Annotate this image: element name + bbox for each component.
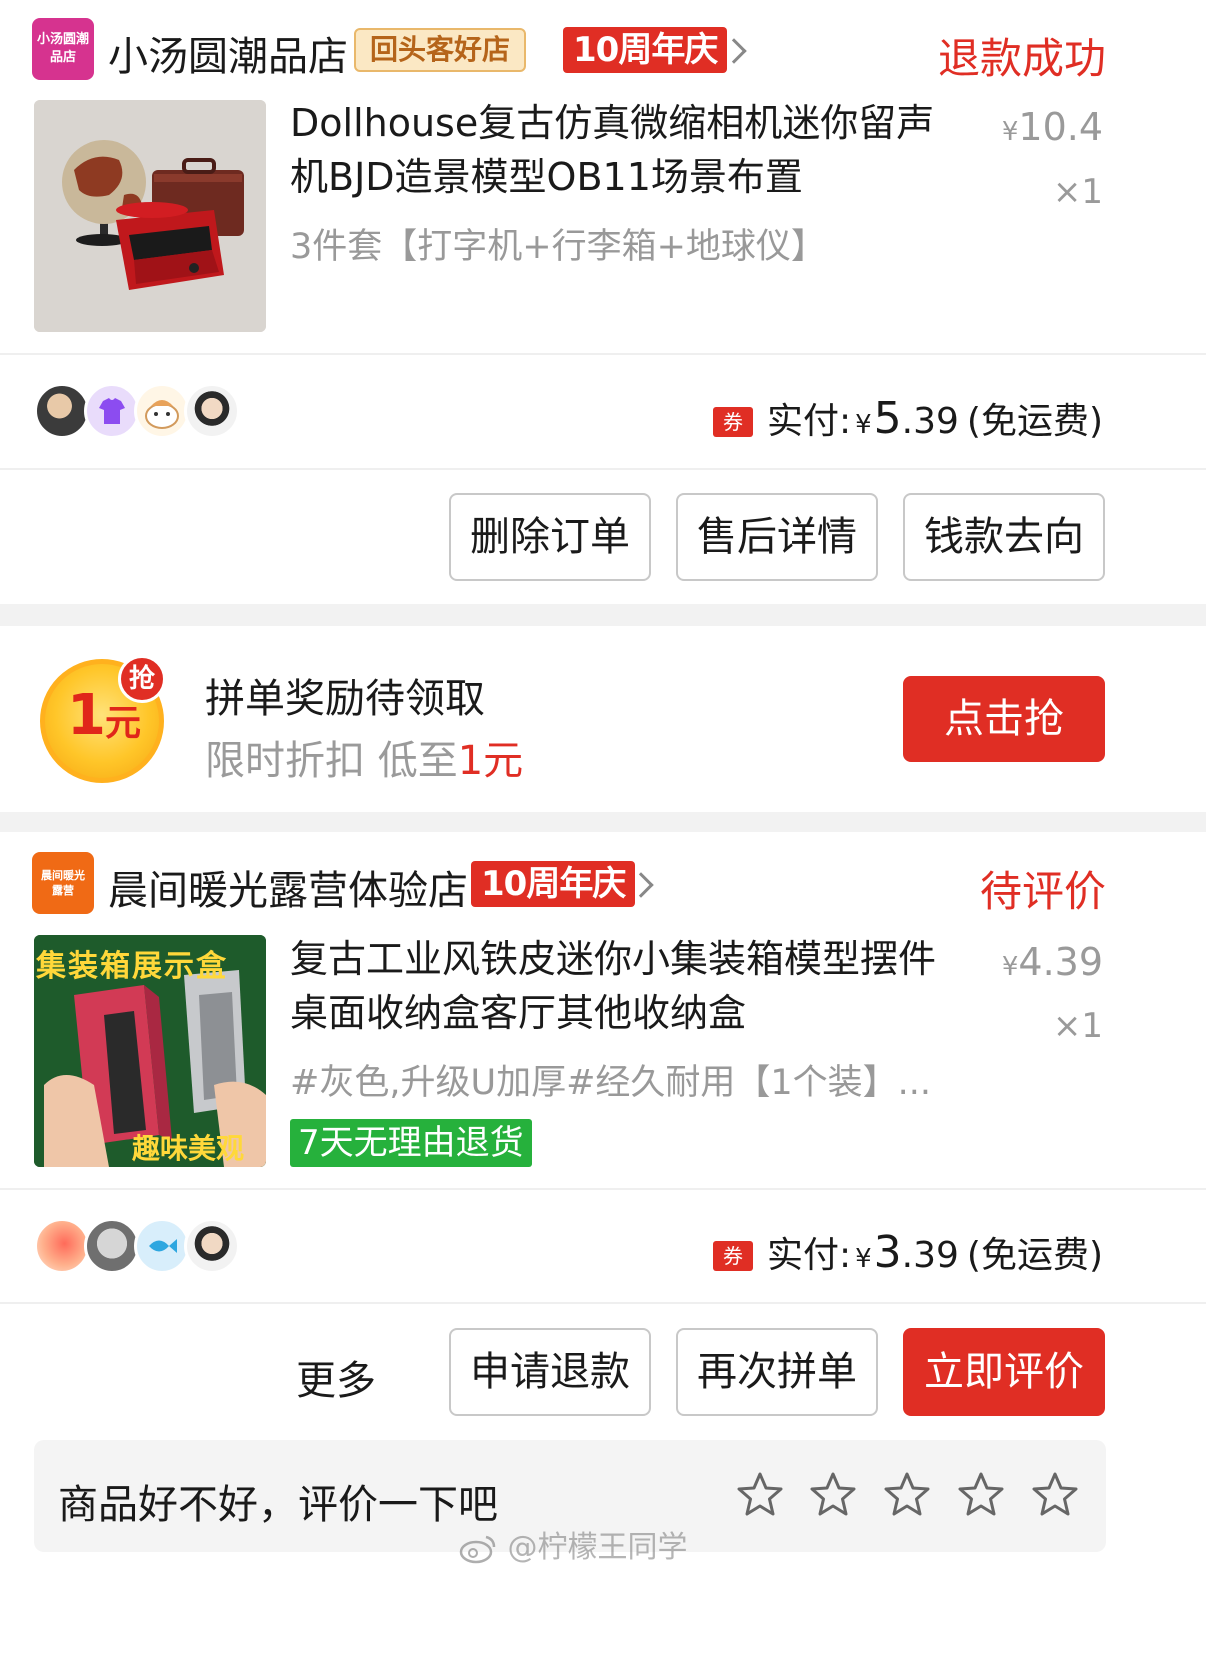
request-refund-button[interactable]: 申请退款: [449, 1328, 651, 1416]
star-outline-icon[interactable]: [808, 1470, 858, 1520]
paid-amount: 券 实付: ¥ 3 .39 (免运费): [712, 1226, 1103, 1278]
avatar: [134, 1218, 190, 1274]
review-prompt: 商品好不好，评价一下吧: [58, 1482, 498, 1528]
fish-icon: [149, 1239, 177, 1253]
image-caption-bottom: 趣味美观: [132, 1132, 245, 1165]
reward-title: 拼单奖励待领取: [205, 676, 485, 722]
order-status: 待评价: [979, 867, 1106, 916]
review-now-button[interactable]: 立即评价: [903, 1328, 1105, 1416]
repeat-customer-badge: 回头客好店: [354, 28, 527, 72]
section-gap: [0, 604, 1206, 626]
section-gap: [0, 812, 1206, 832]
product-illustration: [34, 100, 266, 332]
avatar: [34, 1218, 90, 1274]
star-outline-icon[interactable]: [882, 1470, 932, 1520]
product-spec: #灰色,升级U加厚#经久耐用【1个装】...: [290, 1063, 932, 1103]
divider: [0, 468, 1206, 470]
cartoon-icon: [145, 400, 179, 429]
refund-flow-button[interactable]: 钱款去向: [903, 493, 1105, 581]
more-button[interactable]: 更多: [296, 1348, 376, 1406]
seven-day-return-tag: 7天无理由退货: [290, 1119, 532, 1167]
star-outline-icon[interactable]: [1030, 1470, 1080, 1520]
image-caption-top: 集装箱展示盒: [36, 949, 228, 984]
product-image[interactable]: 集装箱展示盒 趣味美观: [34, 935, 266, 1167]
avatar: [134, 383, 190, 439]
grab-reward-button[interactable]: 点击抢: [903, 676, 1105, 762]
avatar: [34, 383, 90, 439]
anniversary-badge: 10周年庆: [563, 27, 728, 73]
divider: [0, 353, 1206, 355]
star-outline-icon[interactable]: [735, 1470, 785, 1520]
reorder-button[interactable]: 再次拼单: [676, 1328, 878, 1416]
grab-badge: 抢: [118, 655, 166, 703]
shop-name[interactable]: 晨间暖光露营体验店: [108, 858, 468, 916]
product-quantity: ×1: [1052, 1006, 1103, 1046]
shop-logo[interactable]: 晨间暖光露营: [32, 852, 94, 914]
product-spec: 3件套【打字机+行李箱+地球仪】: [290, 227, 826, 267]
product-price: ¥10.4: [1001, 105, 1103, 149]
paid-amount: 券 实付: ¥ 5 .39 (免运费): [712, 392, 1103, 444]
after-sales-detail-button[interactable]: 售后详情: [676, 493, 878, 581]
shop-logo[interactable]: 小汤圆潮品店: [32, 18, 94, 80]
product-title[interactable]: Dollhouse复古仿真微缩相机迷你留声机BJD造景模型OB11场景布置: [290, 96, 960, 204]
divider: [0, 1302, 1206, 1304]
avatar: [184, 1218, 240, 1274]
anniversary-badge: 10周年庆: [471, 861, 636, 907]
weibo-icon: [459, 1535, 496, 1563]
delete-order-button[interactable]: 删除订单: [449, 493, 651, 581]
product-image[interactable]: [34, 100, 266, 332]
product-price: ¥4.39: [1001, 940, 1103, 984]
watermark: @柠檬王同学: [458, 1522, 688, 1566]
shop-name[interactable]: 小汤圆潮品店: [108, 24, 348, 82]
coupon-icon: 券: [712, 407, 753, 437]
order-status: 退款成功: [937, 34, 1106, 83]
star-outline-icon[interactable]: [956, 1470, 1006, 1520]
product-quantity: ×1: [1052, 172, 1103, 212]
coupon-icon: 券: [712, 1241, 753, 1271]
avatar: [184, 383, 240, 439]
divider: [0, 1188, 1206, 1190]
avatar: [84, 1218, 140, 1274]
avatar: [84, 383, 140, 439]
shirt-icon: [99, 398, 125, 424]
reward-subtitle: 限时折扣 低至1元: [205, 738, 524, 784]
product-title[interactable]: 复古工业风铁皮迷你小集装箱模型摆件桌面收纳盒客厅其他收纳盒: [290, 932, 970, 1040]
